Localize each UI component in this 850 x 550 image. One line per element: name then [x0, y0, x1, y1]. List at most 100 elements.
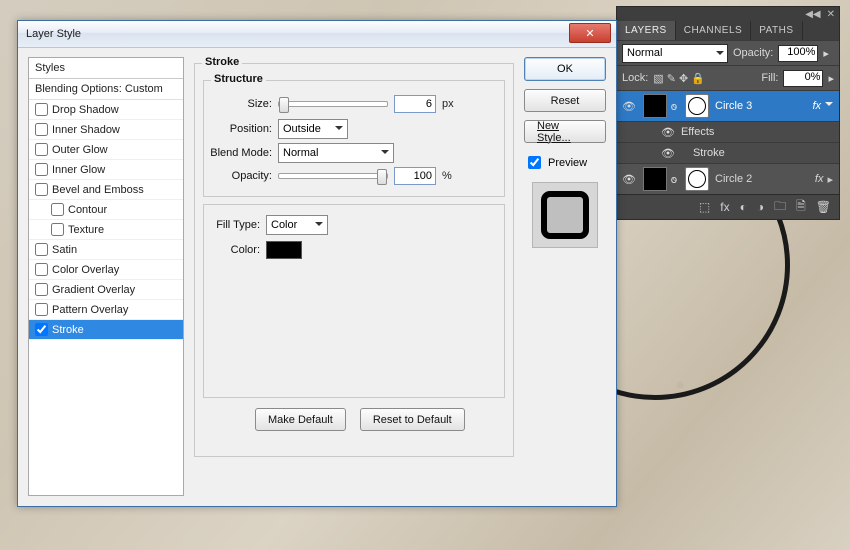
fill-type-dropdown[interactable]: Color [266, 215, 328, 235]
tab-paths[interactable]: PATHS [751, 21, 802, 40]
style-item-gradient-overlay[interactable]: Gradient Overlay [29, 280, 183, 300]
style-checkbox[interactable] [51, 203, 64, 216]
style-item-contour[interactable]: Contour [29, 200, 183, 220]
trash-icon: 🗑 [816, 200, 831, 214]
size-input[interactable] [394, 95, 436, 113]
mask-icon: ◐ [740, 200, 747, 214]
layer-thumb [643, 94, 667, 118]
size-label: Size: [210, 98, 272, 110]
style-checkbox[interactable] [35, 163, 48, 176]
style-label: Gradient Overlay [52, 284, 135, 296]
position-dropdown[interactable]: Outside [278, 119, 348, 139]
style-label: Satin [52, 244, 77, 256]
color-label: Color: [210, 244, 260, 256]
panel-tabs: LAYERS CHANNELS PATHS [617, 21, 839, 40]
link-icon: 𐐫 [667, 172, 681, 187]
layer-effects-row[interactable]: 👁Effects [617, 121, 839, 142]
style-item-texture[interactable]: Texture [29, 220, 183, 240]
tab-channels[interactable]: CHANNELS [676, 21, 751, 40]
style-item-stroke[interactable]: Stroke [29, 320, 183, 340]
style-label: Inner Glow [52, 164, 105, 176]
style-checkbox[interactable] [35, 103, 48, 116]
styles-header[interactable]: Styles [29, 58, 183, 79]
blend-mode-dropdown[interactable]: Normal [278, 143, 394, 163]
close-button[interactable]: ✕ [569, 23, 611, 43]
fill-label: Fill: [761, 72, 778, 84]
style-checkbox[interactable] [35, 143, 48, 156]
style-item-satin[interactable]: Satin [29, 240, 183, 260]
style-item-pattern-overlay[interactable]: Pattern Overlay [29, 300, 183, 320]
style-label: Pattern Overlay [52, 304, 128, 316]
layer-effect-stroke[interactable]: 👁Stroke [617, 142, 839, 163]
opacity-unit: % [442, 170, 452, 182]
style-checkbox[interactable] [35, 263, 48, 276]
visibility-icon[interactable]: 👁 [617, 173, 641, 186]
reset-button[interactable]: Reset [524, 89, 606, 112]
layer-name: Circle 2 [709, 173, 811, 185]
fx-icon: fx [720, 200, 729, 214]
ok-button[interactable]: OK [524, 57, 606, 81]
fill-field[interactable]: 0% [783, 70, 823, 87]
style-checkbox[interactable] [35, 303, 48, 316]
dialog-title: Layer Style [26, 28, 81, 40]
layer-row-circle-2[interactable]: 👁 𐐫 Circle 2 fx ▸ [617, 163, 839, 194]
link-layers-icon: ⬚ [699, 200, 710, 214]
color-swatch[interactable] [266, 241, 302, 259]
opacity-input[interactable] [394, 167, 436, 185]
styles-list: Styles Blending Options: Custom Drop Sha… [28, 57, 184, 496]
layer-row-circle-3[interactable]: 👁 𐐫 Circle 3 fx [617, 90, 839, 121]
tab-layers[interactable]: LAYERS [617, 21, 676, 40]
titlebar[interactable]: Layer Style ✕ [18, 21, 616, 48]
style-item-inner-glow[interactable]: Inner Glow [29, 160, 183, 180]
style-checkbox[interactable] [35, 183, 48, 196]
panel-bottom-icons[interactable]: ⬚fx◐◑🗀🗎🗑 [617, 194, 839, 219]
fx-badge[interactable]: fx [808, 100, 825, 112]
blending-options-row[interactable]: Blending Options: Custom [29, 79, 183, 100]
style-checkbox[interactable] [35, 323, 48, 336]
style-label: Stroke [52, 324, 84, 336]
new-style-button[interactable]: New Style... [524, 120, 606, 143]
opacity-flyout-icon[interactable]: ▸ [823, 47, 829, 60]
style-label: Contour [68, 204, 107, 216]
expand-icon[interactable] [825, 102, 833, 110]
preview-checkbox[interactable] [528, 156, 541, 169]
style-item-inner-shadow[interactable]: Inner Shadow [29, 120, 183, 140]
opacity-field[interactable]: 100% [778, 45, 818, 62]
link-icon: 𐐫 [667, 99, 681, 114]
style-label: Texture [68, 224, 104, 236]
layer-style-dialog: Layer Style ✕ Styles Blending Options: C… [17, 20, 617, 507]
style-label: Color Overlay [52, 264, 119, 276]
blend-mode-dropdown[interactable]: Normal [622, 44, 728, 63]
style-checkbox[interactable] [35, 283, 48, 296]
visibility-icon[interactable]: 👁 [617, 100, 641, 113]
lock-icons[interactable]: ▧ ✎ ✥ 🔒 [653, 72, 705, 85]
layers-panel: ◀◀✕ LAYERS CHANNELS PATHS Normal Opacity… [616, 6, 840, 220]
style-checkbox[interactable] [35, 243, 48, 256]
style-item-color-overlay[interactable]: Color Overlay [29, 260, 183, 280]
style-label: Bevel and Emboss [52, 184, 144, 196]
opacity-label: Opacity: [210, 170, 272, 182]
vector-mask [685, 167, 709, 191]
position-label: Position: [210, 123, 272, 135]
fill-type-label: Fill Type: [210, 219, 260, 231]
style-label: Outer Glow [52, 144, 108, 156]
stroke-settings-area: Stroke Structure Size: px Position: Outs… [194, 57, 514, 496]
reset-default-button[interactable]: Reset to Default [360, 408, 465, 431]
fx-badge[interactable]: fx [811, 173, 828, 185]
make-default-button[interactable]: Make Default [255, 408, 346, 431]
new-layer-icon: 🗎 [796, 197, 806, 218]
style-label: Drop Shadow [52, 104, 119, 116]
fill-flyout-icon[interactable]: ▸ [828, 72, 834, 85]
style-checkbox[interactable] [51, 223, 64, 236]
style-item-outer-glow[interactable]: Outer Glow [29, 140, 183, 160]
opacity-label: Opacity: [733, 47, 773, 59]
panel-collapse-bar[interactable]: ◀◀✕ [617, 7, 839, 21]
layer-thumb [643, 167, 667, 191]
style-checkbox[interactable] [35, 123, 48, 136]
style-item-bevel-and-emboss[interactable]: Bevel and Emboss [29, 180, 183, 200]
dialog-right-column: OK Reset New Style... Preview [524, 57, 606, 496]
style-item-drop-shadow[interactable]: Drop Shadow [29, 100, 183, 120]
opacity-slider[interactable] [278, 173, 388, 179]
size-slider[interactable] [278, 101, 388, 107]
blend-mode-label: Blend Mode: [210, 147, 272, 159]
